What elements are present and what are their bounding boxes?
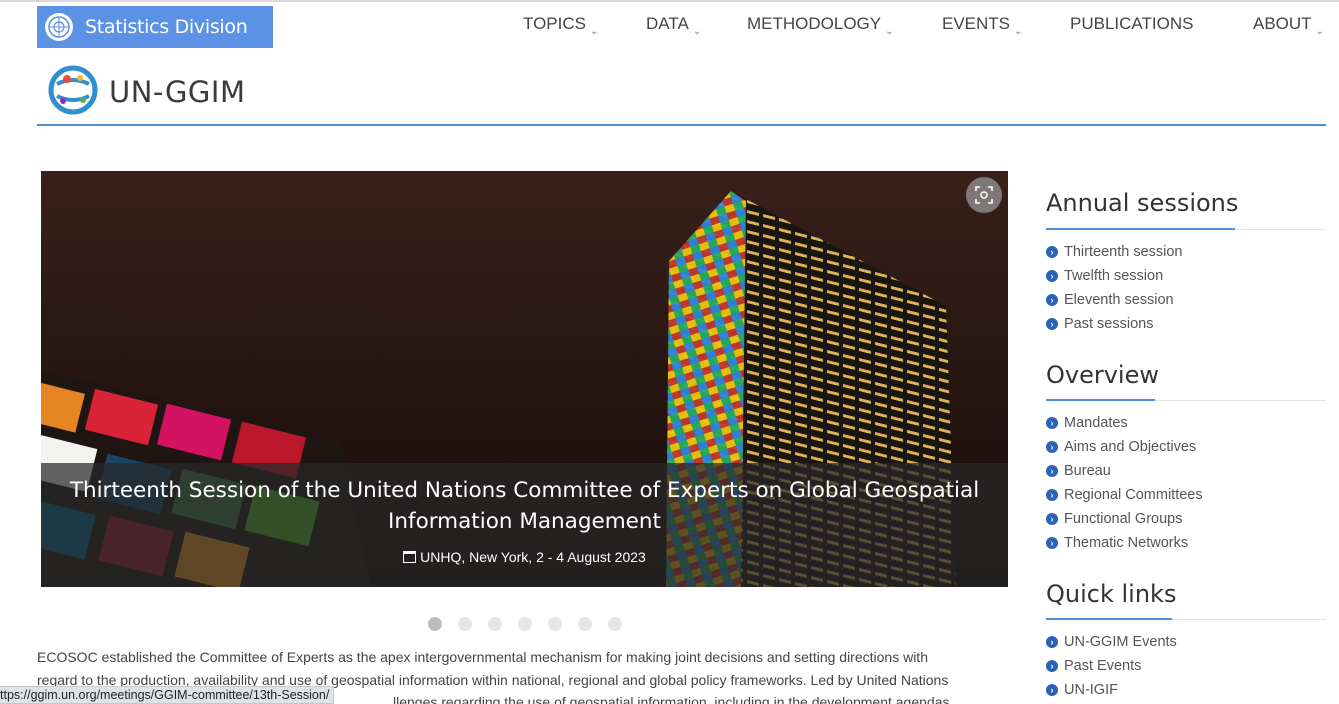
nav-about[interactable]: ABOUT ⌄ [1253, 14, 1324, 37]
quick-links-divider [1046, 618, 1326, 620]
nav-events[interactable]: EVENTS ⌄ [942, 14, 1023, 37]
chevron-right-icon: › [1046, 537, 1058, 549]
sidebar-link-mandates[interactable]: › Mandates [1046, 415, 1128, 431]
carousel-title[interactable]: Thirteenth Session of the United Nations… [41, 463, 1008, 537]
sidebar-link-aims-and-objectives[interactable]: › Aims and Objectives [1046, 439, 1196, 455]
nav-data[interactable]: DATA ⌄ [646, 14, 702, 37]
overview-divider [1046, 399, 1326, 401]
annual-sessions-heading: Annual sessions [1046, 189, 1239, 217]
chevron-right-icon: › [1046, 684, 1058, 696]
ungGIM-logo[interactable]: UN-GGIM [47, 64, 246, 121]
nav-topics-label: TOPICS [523, 14, 586, 33]
chevron-down-icon: ⌄ [589, 26, 599, 37]
carousel-dot-4[interactable] [518, 617, 532, 631]
carousel-dot-7[interactable] [608, 617, 622, 631]
overview-heading: Overview [1046, 361, 1159, 389]
zoom-button[interactable] [966, 177, 1002, 213]
link-label: Bureau [1064, 463, 1111, 479]
nav-topics[interactable]: TOPICS ⌄ [523, 14, 599, 37]
link-label: Aims and Objectives [1064, 439, 1197, 455]
top-navbar: Statistics Division TOPICS ⌄ DATA ⌄ METHOD… [0, 0, 1339, 48]
chevron-right-icon: › [1046, 660, 1058, 672]
link-label: Eleventh session [1064, 292, 1174, 308]
link-label: Regional Committees [1064, 487, 1203, 503]
chevron-right-icon: › [1046, 270, 1058, 282]
chevron-down-icon: ⌄ [1315, 26, 1324, 37]
nav-data-label: DATA [646, 14, 689, 33]
zoom-icon [975, 186, 993, 204]
link-label: Functional Groups [1064, 511, 1183, 527]
sidebar-link-regional-committees[interactable]: › Regional Committees [1046, 487, 1203, 503]
carousel-caption: Thirteenth Session of the United Nations… [41, 463, 1008, 587]
carousel-subtitle: UNHQ, New York, 2 - 4 August 2023 [41, 549, 1008, 565]
nav-publications[interactable]: PUBLICATIONS [1070, 14, 1193, 34]
carousel-indicators [428, 617, 622, 631]
sidebar-link-bureau[interactable]: › Bureau [1046, 463, 1111, 479]
carousel-dot-6[interactable] [578, 617, 592, 631]
link-label: Thirteenth session [1064, 244, 1183, 260]
link-label: UN-GGIM Events [1064, 634, 1177, 650]
quick-links-heading: Quick links [1046, 580, 1177, 608]
logo-text: UN-GGIM [109, 75, 246, 109]
intro-line-1: ECOSOC established the Committee of Expe… [37, 649, 928, 665]
chevron-down-icon: ⌄ [885, 26, 894, 37]
sidebar-link-thirteenth-session[interactable]: › Thirteenth session [1046, 244, 1182, 260]
sidebar-link-eleventh-session[interactable]: › Eleventh session [1046, 292, 1174, 308]
carousel-dot-2[interactable] [458, 617, 472, 631]
sidebar-link-past-sessions[interactable]: › Past sessions [1046, 316, 1153, 332]
sidebar-link-functional-groups[interactable]: › Functional Groups [1046, 511, 1182, 527]
sidebar-link-un-igif[interactable]: › UN-IGIF [1046, 682, 1118, 698]
chevron-down-icon: ⌄ [692, 26, 702, 37]
globe-icon [47, 64, 99, 121]
nav-methodology[interactable]: METHODOLOGY ⌄ [747, 14, 894, 37]
carousel-dot-1[interactable] [428, 617, 442, 631]
carousel-subtitle-text: UNHQ, New York, 2 - 4 August 2023 [420, 549, 646, 565]
sidebar-link-past-events[interactable]: › Past Events [1046, 658, 1141, 674]
chevron-right-icon: › [1046, 318, 1058, 330]
link-label: Twelfth session [1064, 268, 1164, 284]
nav-about-label: ABOUT [1253, 14, 1312, 33]
carousel-dot-3[interactable] [488, 617, 502, 631]
carousel-dot-5[interactable] [548, 617, 562, 631]
chevron-right-icon: › [1046, 294, 1058, 306]
chevron-right-icon: › [1046, 465, 1058, 477]
link-label: Past Events [1064, 658, 1142, 674]
chevron-right-icon: › [1046, 636, 1058, 648]
chevron-right-icon: › [1046, 489, 1058, 501]
main-nav: TOPICS ⌄ DATA ⌄ METHODOLOGY ⌄ EVENTS ⌄ PUBLI… [0, 14, 1339, 38]
nav-events-label: EVENTS [942, 14, 1011, 33]
link-label: Past sessions [1064, 316, 1154, 332]
link-label: Thematic Networks [1064, 535, 1189, 551]
sidebar-link-twelfth-session[interactable]: › Twelfth session [1046, 268, 1163, 284]
annual-sessions-divider [1046, 228, 1326, 230]
sidebar-link-ungGIM-events[interactable]: › UN-GGIM Events [1046, 634, 1177, 650]
link-label: UN-IGIF [1064, 682, 1118, 698]
link-label: Mandates [1064, 415, 1128, 431]
calendar-icon [403, 551, 417, 563]
sidebar-link-thematic-networks[interactable]: › Thematic Networks [1046, 535, 1188, 551]
nav-methodology-label: METHODOLOGY [747, 14, 882, 33]
status-bar-url: ttps://ggim.un.org/meetings/GGIM-committ… [0, 686, 335, 704]
chevron-right-icon: › [1046, 417, 1058, 429]
hero-carousel[interactable]: Thirteenth Session of the United Nations… [41, 171, 1008, 587]
chevron-right-icon: › [1046, 513, 1058, 525]
chevron-down-icon: ⌄ [1014, 26, 1023, 37]
chevron-right-icon: › [1046, 246, 1058, 258]
nav-publications-label: PUBLICATIONS [1070, 14, 1194, 33]
chevron-right-icon: › [1046, 441, 1058, 453]
header-divider [37, 124, 1326, 126]
